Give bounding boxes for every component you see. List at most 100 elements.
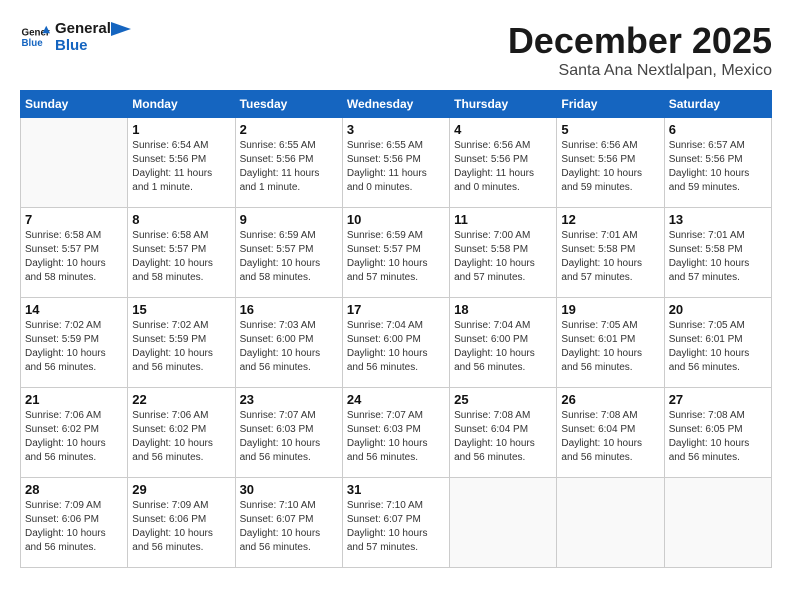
calendar-cell: 23 Sunrise: 7:07 AM Sunset: 6:03 PM Dayli…: [235, 388, 342, 478]
calendar-cell: 4 Sunrise: 6:56 AM Sunset: 5:56 PM Daylig…: [450, 118, 557, 208]
location-title: Santa Ana Nextlalpan, Mexico: [508, 62, 772, 80]
day-info: Sunrise: 7:07 AM Sunset: 6:03 PM Dayligh…: [240, 409, 338, 465]
day-number: 2: [240, 122, 338, 137]
day-info: Sunrise: 7:08 AM Sunset: 6:04 PM Dayligh…: [561, 409, 659, 465]
calendar-cell: 6Sunrise: 6:57 AM Sunset: 5:56 PM Daylig…: [664, 118, 771, 208]
day-info: Sunrise: 7:10 AM Sunset: 6:07 PM Dayligh…: [347, 499, 445, 555]
day-info: Sunrise: 6:56 AM Sunset: 5:56 PM Dayligh…: [454, 139, 552, 195]
day-number: 27: [669, 392, 767, 407]
day-number: 24: [347, 392, 445, 407]
calendar-week-row: 21Sunrise: 7:06 AM Sunset: 6:02 PM Dayli…: [21, 388, 772, 478]
day-info: Sunrise: 7:03 AM Sunset: 6:00 PM Dayligh…: [240, 319, 338, 375]
day-number: 23: [240, 392, 338, 407]
day-info: Sunrise: 7:04 AM Sunset: 6:00 PM Dayligh…: [347, 319, 445, 375]
calendar-cell: 22Sunrise: 7:06 AM Sunset: 6:02 PM Dayli…: [128, 388, 235, 478]
weekday-header: Tuesday: [235, 91, 342, 118]
logo-icon: General Blue: [20, 22, 50, 52]
day-number: 28: [25, 482, 123, 497]
day-info: Sunrise: 7:09 AM Sunset: 6:06 PM Dayligh…: [132, 499, 230, 555]
calendar-cell: [557, 478, 664, 568]
day-number: 3: [347, 122, 445, 137]
day-number: 9: [240, 212, 338, 227]
day-number: 29: [132, 482, 230, 497]
logo-arrow: [111, 22, 131, 36]
weekday-header: Thursday: [450, 91, 557, 118]
calendar-cell: 19 Sunrise: 7:05 AM Sunset: 6:01 PM Dayli…: [557, 298, 664, 388]
calendar-week-row: 14 Sunrise: 7:02 AM Sunset: 5:59 PM Dayli…: [21, 298, 772, 388]
day-info: Sunrise: 6:56 AM Sunset: 5:56 PM Dayligh…: [561, 139, 659, 195]
day-info: Sunrise: 7:05 AM Sunset: 6:01 PM Dayligh…: [669, 319, 767, 375]
calendar-header-row: SundayMondayTuesdayWednesdayThursdayFrid…: [21, 91, 772, 118]
calendar-cell: 17 Sunrise: 7:04 AM Sunset: 6:00 PM Dayli…: [342, 298, 449, 388]
calendar-cell: 5Sunrise: 6:56 AM Sunset: 5:56 PM Daylig…: [557, 118, 664, 208]
day-number: 17: [347, 302, 445, 317]
calendar-cell: 9Sunrise: 6:59 AM Sunset: 5:57 PM Daylig…: [235, 208, 342, 298]
day-number: 10: [347, 212, 445, 227]
day-info: Sunrise: 7:02 AM Sunset: 5:59 PM Dayligh…: [132, 319, 230, 375]
day-info: Sunrise: 7:08 AM Sunset: 6:05 PM Dayligh…: [669, 409, 767, 465]
logo-text: General: [55, 20, 131, 37]
day-number: 19: [561, 302, 659, 317]
day-number: 8: [132, 212, 230, 227]
day-info: Sunrise: 6:55 AM Sunset: 5:56 PM Dayligh…: [240, 139, 338, 195]
day-info: Sunrise: 7:10 AM Sunset: 6:07 PM Dayligh…: [240, 499, 338, 555]
calendar-cell: 10 Sunrise: 6:59 AM Sunset: 5:57 PM Dayli…: [342, 208, 449, 298]
day-info: Sunrise: 7:07 AM Sunset: 6:03 PM Dayligh…: [347, 409, 445, 465]
day-info: Sunrise: 6:58 AM Sunset: 5:57 PM Dayligh…: [132, 229, 230, 285]
day-number: 13: [669, 212, 767, 227]
calendar-cell: 15 Sunrise: 7:02 AM Sunset: 5:59 PM Dayli…: [128, 298, 235, 388]
day-number: 11: [454, 212, 552, 227]
calendar-week-row: 7 Sunrise: 6:58 AM Sunset: 5:57 PM Daylig…: [21, 208, 772, 298]
day-info: Sunrise: 6:58 AM Sunset: 5:57 PM Dayligh…: [25, 229, 123, 285]
calendar-cell: 14 Sunrise: 7:02 AM Sunset: 5:59 PM Dayli…: [21, 298, 128, 388]
day-number: 21: [25, 392, 123, 407]
svg-text:Blue: Blue: [22, 38, 44, 49]
calendar-cell: 27 Sunrise: 7:08 AM Sunset: 6:05 PM Dayli…: [664, 388, 771, 478]
day-info: Sunrise: 7:02 AM Sunset: 5:59 PM Dayligh…: [25, 319, 123, 375]
weekday-header: Saturday: [664, 91, 771, 118]
day-info: Sunrise: 7:00 AM Sunset: 5:58 PM Dayligh…: [454, 229, 552, 285]
day-number: 22: [132, 392, 230, 407]
day-number: 1: [132, 122, 230, 137]
calendar-cell: 31 Sunrise: 7:10 AM Sunset: 6:07 PM Dayli…: [342, 478, 449, 568]
day-number: 7: [25, 212, 123, 227]
day-info: Sunrise: 7:01 AM Sunset: 5:58 PM Dayligh…: [669, 229, 767, 285]
weekday-header: Friday: [557, 91, 664, 118]
day-number: 15: [132, 302, 230, 317]
day-info: Sunrise: 7:09 AM Sunset: 6:06 PM Dayligh…: [25, 499, 123, 555]
calendar-cell: 1 Sunrise: 6:54 AM Sunset: 5:56 PM Daylig…: [128, 118, 235, 208]
day-number: 6: [669, 122, 767, 137]
day-info: Sunrise: 6:59 AM Sunset: 5:57 PM Dayligh…: [347, 229, 445, 285]
calendar-cell: 28 Sunrise: 7:09 AM Sunset: 6:06 PM Dayli…: [21, 478, 128, 568]
day-info: Sunrise: 7:04 AM Sunset: 6:00 PM Dayligh…: [454, 319, 552, 375]
day-info: Sunrise: 6:54 AM Sunset: 5:56 PM Dayligh…: [132, 139, 230, 195]
day-info: Sunrise: 7:05 AM Sunset: 6:01 PM Dayligh…: [561, 319, 659, 375]
weekday-header: Wednesday: [342, 91, 449, 118]
calendar-cell: 20Sunrise: 7:05 AM Sunset: 6:01 PM Dayli…: [664, 298, 771, 388]
calendar-cell: 18Sunrise: 7:04 AM Sunset: 6:00 PM Dayli…: [450, 298, 557, 388]
title-area: December 2025 Santa Ana Nextlalpan, Mexi…: [508, 20, 772, 80]
calendar-cell: 11 Sunrise: 7:00 AM Sunset: 5:58 PM Dayli…: [450, 208, 557, 298]
calendar-cell: [664, 478, 771, 568]
day-info: Sunrise: 7:08 AM Sunset: 6:04 PM Dayligh…: [454, 409, 552, 465]
day-number: 30: [240, 482, 338, 497]
calendar-cell: 29 Sunrise: 7:09 AM Sunset: 6:06 PM Dayli…: [128, 478, 235, 568]
calendar-cell: 8 Sunrise: 6:58 AM Sunset: 5:57 PM Daylig…: [128, 208, 235, 298]
calendar-cell: [450, 478, 557, 568]
calendar-cell: 3 Sunrise: 6:55 AM Sunset: 5:56 PM Daylig…: [342, 118, 449, 208]
day-number: 14: [25, 302, 123, 317]
day-number: 16: [240, 302, 338, 317]
calendar-cell: 7 Sunrise: 6:58 AM Sunset: 5:57 PM Daylig…: [21, 208, 128, 298]
calendar-cell: 16 Sunrise: 7:03 AM Sunset: 6:00 PM Dayli…: [235, 298, 342, 388]
calendar-cell: 2 Sunrise: 6:55 AM Sunset: 5:56 PM Daylig…: [235, 118, 342, 208]
weekday-header: Monday: [128, 91, 235, 118]
day-number: 31: [347, 482, 445, 497]
calendar-week-row: 1 Sunrise: 6:54 AM Sunset: 5:56 PM Daylig…: [21, 118, 772, 208]
calendar-cell: 13 Sunrise: 7:01 AM Sunset: 5:58 PM Dayli…: [664, 208, 771, 298]
day-number: 12: [561, 212, 659, 227]
weekday-header: Sunday: [21, 91, 128, 118]
day-number: 4: [454, 122, 552, 137]
day-info: Sunrise: 6:55 AM Sunset: 5:56 PM Dayligh…: [347, 139, 445, 195]
calendar-cell: 26Sunrise: 7:08 AM Sunset: 6:04 PM Dayli…: [557, 388, 664, 478]
calendar-cell: 21Sunrise: 7:06 AM Sunset: 6:02 PM Dayli…: [21, 388, 128, 478]
